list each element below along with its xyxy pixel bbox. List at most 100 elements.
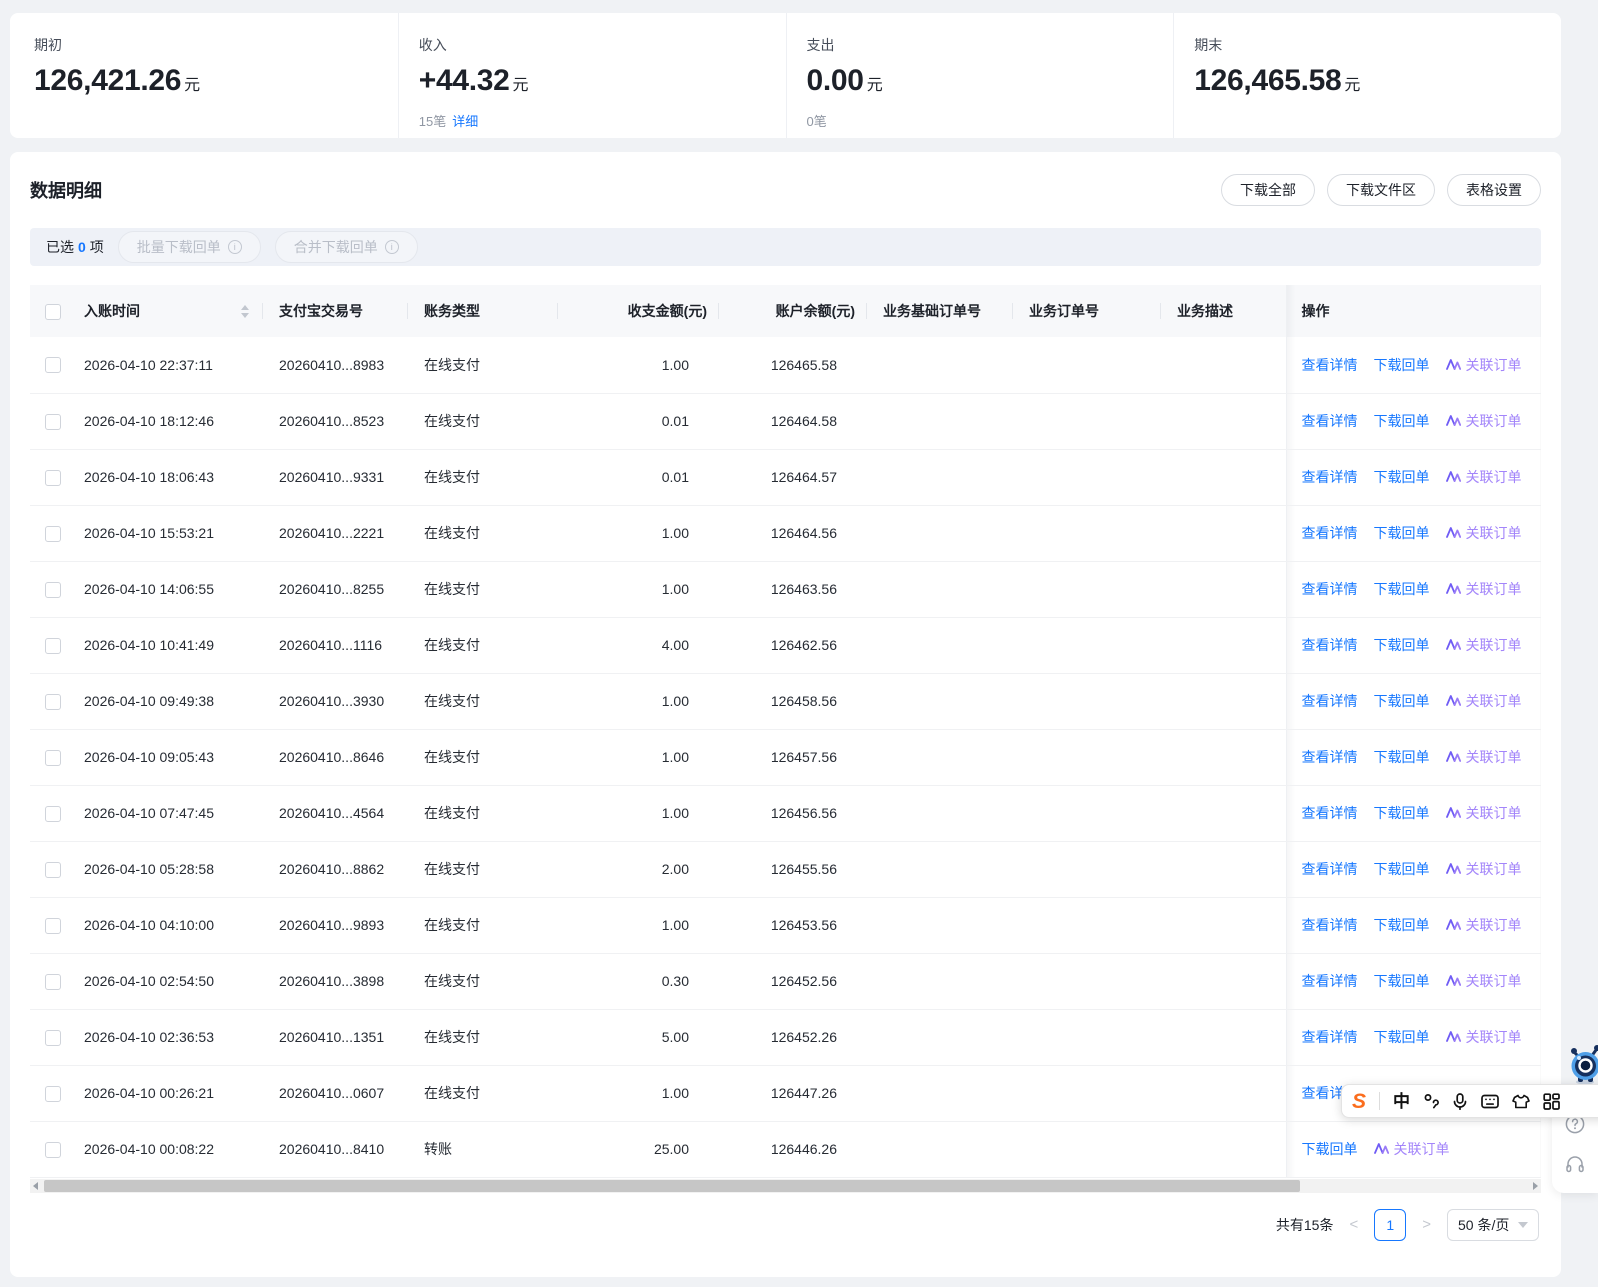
view-detail-link[interactable]: 查看详情 — [1302, 411, 1358, 431]
related-order-link[interactable]: 关联订单 — [1445, 467, 1522, 487]
download-receipt-link[interactable]: 下载回单 — [1374, 971, 1430, 991]
cell-order — [1013, 673, 1161, 730]
view-detail-link[interactable]: 查看详情 — [1302, 803, 1358, 823]
skin-tshirt-icon[interactable] — [1512, 1094, 1530, 1109]
table-row: 2026-04-10 22:37:11 20260410...8983 在线支付 1.… — [30, 337, 1541, 394]
summary-expense: 支出 0.00 元 0笔 — [785, 13, 1174, 138]
row-checkbox[interactable] — [45, 413, 61, 430]
download-receipt-link[interactable]: 下载回单 — [1374, 1027, 1430, 1047]
download-all-button[interactable]: 下载全部 — [1221, 174, 1315, 206]
scroll-left-arrow-icon[interactable] — [33, 1181, 38, 1190]
cell-transaction-no: 20260410...1116 — [263, 617, 408, 674]
download-receipt-link[interactable]: 下载回单 — [1374, 635, 1430, 655]
related-order-link[interactable]: 关联订单 — [1445, 579, 1522, 599]
view-detail-link[interactable]: 查看详情 — [1302, 971, 1358, 991]
cell-account-type: 在线支付 — [408, 729, 558, 786]
download-receipt-link[interactable]: 下载回单 — [1374, 803, 1430, 823]
download-files-button[interactable]: 下载文件区 — [1327, 174, 1435, 206]
row-checkbox[interactable] — [45, 693, 61, 710]
prev-page-button[interactable]: < — [1349, 1216, 1358, 1233]
microphone-icon[interactable] — [1452, 1092, 1468, 1110]
related-order-link[interactable]: 关联订单 — [1445, 355, 1522, 375]
download-receipt-link[interactable]: 下载回单 — [1374, 579, 1430, 599]
view-detail-link[interactable]: 查看详情 — [1302, 579, 1358, 599]
cell-transaction-no: 20260410...0607 — [263, 1065, 408, 1122]
download-receipt-link[interactable]: 下载回单 — [1374, 859, 1430, 879]
download-receipt-link[interactable]: 下载回单 — [1374, 467, 1430, 487]
download-receipt-link[interactable]: 下载回单 — [1374, 915, 1430, 935]
select-all-checkbox[interactable] — [45, 303, 61, 320]
scrollbar-thumb[interactable] — [44, 1179, 1300, 1192]
cell-base-order — [867, 617, 1013, 674]
view-detail-link[interactable]: 查看详情 — [1302, 1027, 1358, 1047]
toolbox-grid-icon[interactable] — [1543, 1092, 1560, 1110]
related-order-link[interactable]: 关联订单 — [1445, 691, 1522, 711]
row-checkbox[interactable] — [45, 525, 61, 542]
next-page-button[interactable]: > — [1422, 1216, 1431, 1233]
related-order-link[interactable]: 关联订单 — [1445, 859, 1522, 879]
sort-icon[interactable] — [241, 304, 249, 318]
cell-account-type: 在线支付 — [408, 337, 558, 394]
download-receipt-link[interactable]: 下载回单 — [1374, 691, 1430, 711]
cell-account-type: 在线支付 — [408, 841, 558, 898]
row-checkbox[interactable] — [45, 469, 61, 486]
view-detail-link[interactable]: 查看详情 — [1302, 467, 1358, 487]
row-checkbox[interactable] — [45, 1141, 61, 1158]
related-order-link[interactable]: 关联订单 — [1445, 523, 1522, 543]
scroll-right-arrow-icon[interactable] — [1533, 1181, 1538, 1190]
view-detail-link[interactable]: 查看详情 — [1302, 691, 1358, 711]
table-settings-button[interactable]: 表格设置 — [1447, 174, 1541, 206]
row-checkbox[interactable] — [45, 1029, 61, 1046]
pagination: 共有15条 < 1 > 50 条/页 — [30, 1204, 1541, 1246]
horizontal-scrollbar[interactable] — [30, 1178, 1541, 1193]
view-detail-link[interactable]: 查看详情 — [1302, 523, 1358, 543]
current-page-button[interactable]: 1 — [1374, 1208, 1407, 1241]
download-receipt-link[interactable]: 下载回单 — [1374, 411, 1430, 431]
row-checkbox[interactable] — [45, 581, 61, 598]
headphones-support-icon[interactable] — [1565, 1154, 1585, 1173]
assistant-robot-icon[interactable] — [1564, 1038, 1598, 1089]
row-checkbox[interactable] — [45, 1085, 61, 1102]
cell-actions: 查看详情下载回单关联订单 — [1285, 393, 1541, 450]
view-detail-link[interactable]: 查看详情 — [1302, 915, 1358, 935]
view-detail-link[interactable]: 查看详情 — [1302, 859, 1358, 879]
related-order-link[interactable]: 关联订单 — [1445, 635, 1522, 655]
row-checkbox[interactable] — [45, 805, 61, 822]
download-receipt-link[interactable]: 下载回单 — [1374, 355, 1430, 375]
related-order-link[interactable]: 关联订单 — [1445, 747, 1522, 767]
cell-order — [1013, 505, 1161, 562]
page-size-select[interactable]: 50 条/页 — [1447, 1208, 1539, 1241]
row-checkbox[interactable] — [45, 357, 61, 374]
table-row: 2026-04-10 00:26:21 20260410...0607 在线支付 1.… — [30, 1065, 1541, 1122]
chinese-mode-toggle[interactable]: 中 — [1393, 1093, 1410, 1110]
keyboard-icon[interactable] — [1481, 1094, 1499, 1109]
related-order-link[interactable]: 关联订单 — [1373, 1139, 1450, 1159]
download-receipt-link[interactable]: 下载回单 — [1302, 1139, 1358, 1159]
view-detail-link[interactable]: 查看详情 — [1302, 355, 1358, 375]
cell-actions: 查看详情下载回单关联订单 — [1285, 561, 1541, 618]
row-checkbox[interactable] — [45, 861, 61, 878]
merge-download-button[interactable]: 合并下载回单 i — [274, 231, 418, 263]
sogou-logo-icon[interactable]: S — [1352, 1091, 1366, 1112]
related-order-link[interactable]: 关联订单 — [1445, 411, 1522, 431]
cell-amount: 1.00 — [558, 785, 719, 842]
cell-actions: 查看详情下载回单关联订单 — [1285, 953, 1541, 1010]
related-order-link[interactable]: 关联订单 — [1445, 915, 1522, 935]
row-checkbox[interactable] — [45, 973, 61, 990]
cell-entry-time: 2026-04-10 10:41:49 — [76, 617, 263, 674]
related-order-link[interactable]: 关联订单 — [1445, 1027, 1522, 1047]
related-order-link[interactable]: 关联订单 — [1445, 803, 1522, 823]
currency-unit: 元 — [866, 77, 883, 94]
view-detail-link[interactable]: 查看详情 — [1302, 747, 1358, 767]
view-detail-link[interactable]: 查看详情 — [1302, 635, 1358, 655]
download-receipt-link[interactable]: 下载回单 — [1374, 747, 1430, 767]
row-checkbox[interactable] — [45, 749, 61, 766]
related-order-link[interactable]: 关联订单 — [1445, 971, 1522, 991]
income-detail-link[interactable]: 详细 — [452, 114, 478, 129]
punctuation-toggle-icon[interactable] — [1423, 1093, 1439, 1109]
batch-download-button[interactable]: 批量下载回单 i — [117, 231, 261, 263]
row-checkbox[interactable] — [45, 637, 61, 654]
summary-card: 期初 126,421.26 元 收入 +44.32 元 15笔 详细 支出 0.00 元… — [10, 13, 1561, 138]
row-checkbox[interactable] — [45, 917, 61, 934]
download-receipt-link[interactable]: 下载回单 — [1374, 523, 1430, 543]
